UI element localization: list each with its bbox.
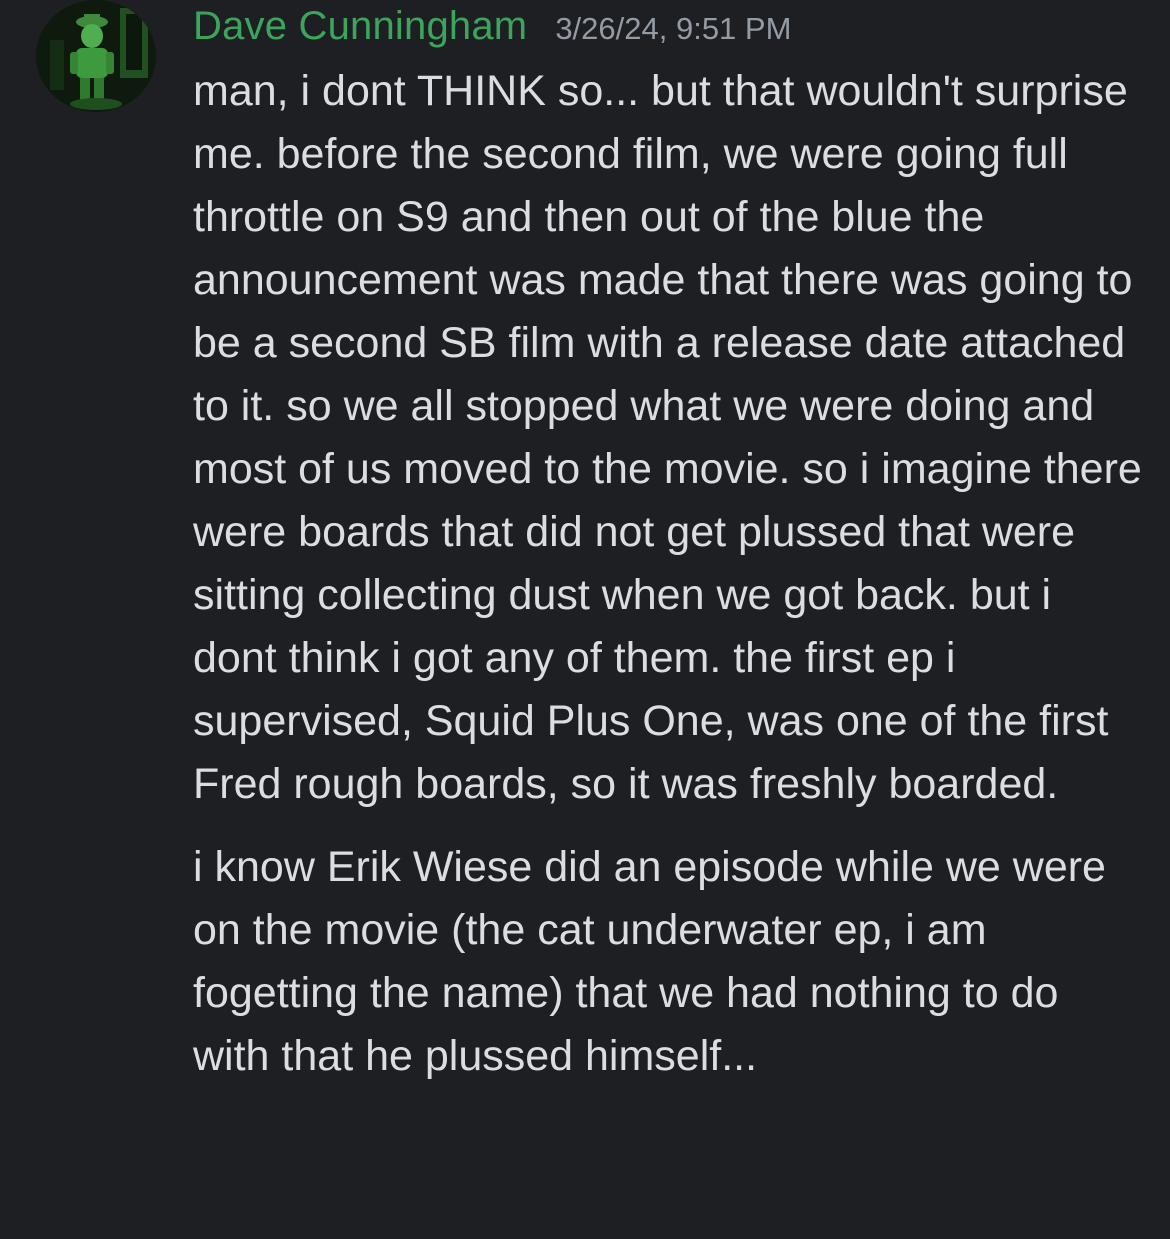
message-paragraph: man, i dont THINK so... but that wouldn'…	[193, 67, 1142, 808]
avatar[interactable]	[36, 0, 156, 112]
message-content: Dave Cunningham 3/26/24, 9:51 PM man, i …	[193, 4, 1143, 1088]
timestamp[interactable]: 3/26/24, 9:51 PM	[555, 11, 791, 47]
avatar-image	[36, 0, 156, 112]
chat-message: Dave Cunningham 3/26/24, 9:51 PM man, i …	[0, 0, 1170, 1239]
username[interactable]: Dave Cunningham	[193, 4, 527, 49]
message-header: Dave Cunningham 3/26/24, 9:51 PM	[193, 4, 1143, 60]
message-paragraph: i know Erik Wiese did an episode while w…	[193, 843, 1106, 1080]
